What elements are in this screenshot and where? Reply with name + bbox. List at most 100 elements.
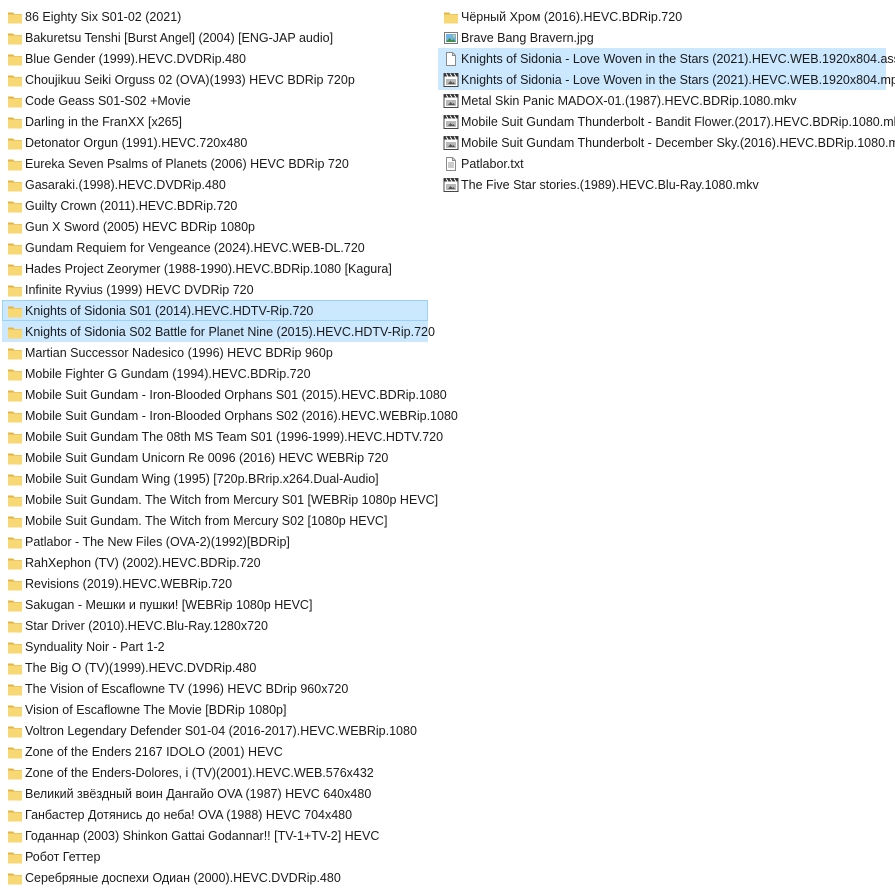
file-list-item[interactable]: Patlabor - The New Files (OVA-2)(1992)[B… bbox=[2, 531, 428, 552]
file-list-item[interactable]: Mobile Suit Gundam The 08th MS Team S01 … bbox=[2, 426, 443, 447]
file-list-item[interactable]: Zone of the Enders 2167 IDOLO (2001) HEV… bbox=[2, 741, 428, 762]
file-list-item[interactable]: Mobile Suit Gundam Wing (1995) [720p.BRr… bbox=[2, 468, 428, 489]
folder-icon bbox=[7, 408, 23, 424]
file-list-item[interactable]: Knights of Sidonia - Love Woven in the S… bbox=[438, 69, 895, 90]
file-name: Gun X Sword (2005) HEVC BDRip 1080p bbox=[25, 220, 255, 234]
file-name: Mobile Suit Gundam - Iron-Blooded Orphan… bbox=[25, 388, 447, 402]
file-name: Darling in the FranXX [x265] bbox=[25, 115, 183, 129]
file-name: Infinite Ryvius (1999) HEVC DVDRip 720 bbox=[25, 283, 254, 297]
file-list-item[interactable]: Gun X Sword (2005) HEVC BDRip 1080p bbox=[2, 216, 428, 237]
file-list-item[interactable]: Knights of Sidonia - Love Woven in the S… bbox=[438, 48, 895, 69]
file-name: Choujikuu Seiki Orguss 02 (OVA)(1993) HE… bbox=[25, 73, 355, 87]
file-list-item[interactable]: Gasaraki.(1998).HEVC.DVDRip.480 bbox=[2, 174, 428, 195]
file-list-item[interactable]: Brave Bang Bravern.jpg bbox=[438, 27, 886, 48]
folder-icon bbox=[7, 471, 23, 487]
file-list-item[interactable]: Великий звёздный воин Дангайо OVA (1987)… bbox=[2, 783, 428, 804]
file-name: Metal Skin Panic MADOX-01.(1987).HEVC.BD… bbox=[461, 94, 797, 108]
file-list-item[interactable]: Робот Геттер bbox=[2, 846, 428, 867]
file-list-item[interactable]: The Big O (TV)(1999).HEVC.DVDRip.480 bbox=[2, 657, 428, 678]
file-list-item[interactable]: Mobile Suit Gundam - Iron-Blooded Orphan… bbox=[2, 405, 458, 426]
file-list-item[interactable]: Metal Skin Panic MADOX-01.(1987).HEVC.BD… bbox=[438, 90, 886, 111]
file-list-item[interactable]: Gundam Requiem for Vengeance (2024).HEVC… bbox=[2, 237, 428, 258]
file-list-item[interactable]: RahXephon (TV) (2002).HEVC.BDRip.720 bbox=[2, 552, 428, 573]
file-list-item[interactable]: Sakugan - Мешки и пушки! [WEBRip 1080p H… bbox=[2, 594, 428, 615]
file-name: Bakuretsu Tenshi [Burst Angel] (2004) [E… bbox=[25, 31, 334, 45]
file-list-item[interactable]: Voltron Legendary Defender S01-04 (2016-… bbox=[2, 720, 428, 741]
file-list-item[interactable]: Годаннар (2003) Shinkon Gattai Godannar!… bbox=[2, 825, 428, 846]
folder-icon bbox=[7, 828, 23, 844]
file-list-item[interactable]: Martian Successor Nadesico (1996) HEVC B… bbox=[2, 342, 428, 363]
file-name: Годаннар (2003) Shinkon Gattai Godannar!… bbox=[25, 829, 380, 843]
file-name: Gundam Requiem for Vengeance (2024).HEVC… bbox=[25, 241, 365, 255]
folder-icon bbox=[7, 807, 23, 823]
file-list-item[interactable]: Zone of the Enders-Dolores, i (TV)(2001)… bbox=[2, 762, 428, 783]
file-name: Detonator Orgun (1991).HEVC.720x480 bbox=[25, 136, 248, 150]
file-list-item[interactable]: Eureka Seven Psalms of Planets (2006) HE… bbox=[2, 153, 428, 174]
file-list-item[interactable]: Mobile Suit Gundam Unicorn Re 0096 (2016… bbox=[2, 447, 428, 468]
file-name: Mobile Suit Gundam - Iron-Blooded Orphan… bbox=[25, 409, 458, 423]
file-list-item[interactable]: The Five Star stories.(1989).HEVC.Blu-Ra… bbox=[438, 174, 886, 195]
file-list-item[interactable]: Choujikuu Seiki Orguss 02 (OVA)(1993) HE… bbox=[2, 69, 428, 90]
folder-icon bbox=[7, 723, 23, 739]
folder-icon bbox=[7, 51, 23, 67]
folder-icon bbox=[7, 660, 23, 676]
file-list-item[interactable]: Vision of Escaflowne The Movie [BDRip 10… bbox=[2, 699, 428, 720]
file-list-item[interactable]: Bakuretsu Tenshi [Burst Angel] (2004) [E… bbox=[2, 27, 428, 48]
file-list-item[interactable]: Knights of Sidonia S02 Battle for Planet… bbox=[2, 321, 435, 342]
file-list-item[interactable]: 86 Eighty Six S01-02 (2021) bbox=[2, 6, 428, 27]
file-list-item[interactable]: Blue Gender (1999).HEVC.DVDRip.480 bbox=[2, 48, 428, 69]
folder-icon bbox=[7, 93, 23, 109]
file-name: Mobile Fighter G Gundam (1994).HEVC.BDRi… bbox=[25, 367, 311, 381]
folder-icon bbox=[7, 681, 23, 697]
file-list-item[interactable]: Code Geass S01-S02 +Movie bbox=[2, 90, 428, 111]
file-name: Mobile Suit Gundam The 08th MS Team S01 … bbox=[25, 430, 444, 444]
file-list-item[interactable]: Mobile Suit Gundam Thunderbolt - Bandit … bbox=[438, 111, 895, 132]
file-name: Knights of Sidonia S01 (2014).HEVC.HDTV-… bbox=[25, 304, 314, 318]
file-name: Blue Gender (1999).HEVC.DVDRip.480 bbox=[25, 52, 246, 66]
file-list-item[interactable]: Чёрный Хром (2016).HEVC.BDRip.720 bbox=[438, 6, 886, 27]
file-list-item[interactable]: Guilty Crown (2011).HEVC.BDRip.720 bbox=[2, 195, 428, 216]
file-name: Synduality Noir - Part 1-2 bbox=[25, 640, 165, 654]
file-name: Ганбастер Дотянись до неба! OVA (1988) H… bbox=[25, 808, 353, 822]
file-list-item[interactable]: Серебряные доспехи Одиан (2000).HEVC.DVD… bbox=[2, 867, 428, 888]
file-list-item[interactable]: Hades Project Zeorymer (1988-1990).HEVC.… bbox=[2, 258, 428, 279]
video-file-icon bbox=[443, 114, 459, 130]
file-list-item[interactable]: Patlabor.txt bbox=[438, 153, 886, 174]
folder-icon bbox=[7, 303, 23, 319]
folder-icon bbox=[7, 555, 23, 571]
folder-icon bbox=[443, 9, 459, 25]
file-list-item[interactable]: Mobile Fighter G Gundam (1994).HEVC.BDRi… bbox=[2, 363, 428, 384]
file-list-item[interactable]: Mobile Suit Gundam Thunderbolt - Decembe… bbox=[438, 132, 895, 153]
file-list-item[interactable]: Darling in the FranXX [x265] bbox=[2, 111, 428, 132]
file-list-item[interactable]: Synduality Noir - Part 1-2 bbox=[2, 636, 428, 657]
folder-icon bbox=[7, 870, 23, 886]
file-list-item[interactable]: Mobile Suit Gundam. The Witch from Mercu… bbox=[2, 489, 438, 510]
image-file-icon bbox=[443, 30, 459, 46]
file-list-item[interactable]: Infinite Ryvius (1999) HEVC DVDRip 720 bbox=[2, 279, 428, 300]
file-list-item[interactable]: Detonator Orgun (1991).HEVC.720x480 bbox=[2, 132, 428, 153]
file-name: Voltron Legendary Defender S01-04 (2016-… bbox=[25, 724, 417, 738]
folder-icon bbox=[7, 366, 23, 382]
file-name: The Big O (TV)(1999).HEVC.DVDRip.480 bbox=[25, 661, 257, 675]
file-list-item[interactable]: Star Driver (2010).HEVC.Blu-Ray.1280x720 bbox=[2, 615, 428, 636]
folder-icon bbox=[7, 324, 23, 340]
file-list-item[interactable]: The Vision of Escaflowne TV (1996) HEVC … bbox=[2, 678, 428, 699]
file-name: Star Driver (2010).HEVC.Blu-Ray.1280x720 bbox=[25, 619, 268, 633]
file-list-item[interactable]: Mobile Suit Gundam. The Witch from Mercu… bbox=[2, 510, 428, 531]
folder-icon bbox=[7, 345, 23, 361]
folder-icon bbox=[7, 450, 23, 466]
file-list-right-column: Чёрный Хром (2016).HEVC.BDRip.720 Brave B… bbox=[438, 6, 895, 195]
folder-icon bbox=[7, 219, 23, 235]
file-name: 86 Eighty Six S01-02 (2021) bbox=[25, 10, 182, 24]
file-list-item[interactable]: Knights of Sidonia S01 (2014).HEVC.HDTV-… bbox=[2, 300, 428, 321]
file-name: Великий звёздный воин Дангайо OVA (1987)… bbox=[25, 787, 372, 801]
folder-icon bbox=[7, 240, 23, 256]
folder-icon bbox=[7, 849, 23, 865]
file-list-item[interactable]: Ганбастер Дотянись до неба! OVA (1988) H… bbox=[2, 804, 428, 825]
file-list-item[interactable]: Revisions (2019).HEVC.WEBRip.720 bbox=[2, 573, 428, 594]
file-name: Knights of Sidonia S02 Battle for Planet… bbox=[25, 325, 435, 339]
folder-icon bbox=[7, 9, 23, 25]
file-name: Zone of the Enders-Dolores, i (TV)(2001)… bbox=[25, 766, 374, 780]
file-list-item[interactable]: Mobile Suit Gundam - Iron-Blooded Orphan… bbox=[2, 384, 447, 405]
file-name: Mobile Suit Gundam. The Witch from Mercu… bbox=[25, 493, 439, 507]
